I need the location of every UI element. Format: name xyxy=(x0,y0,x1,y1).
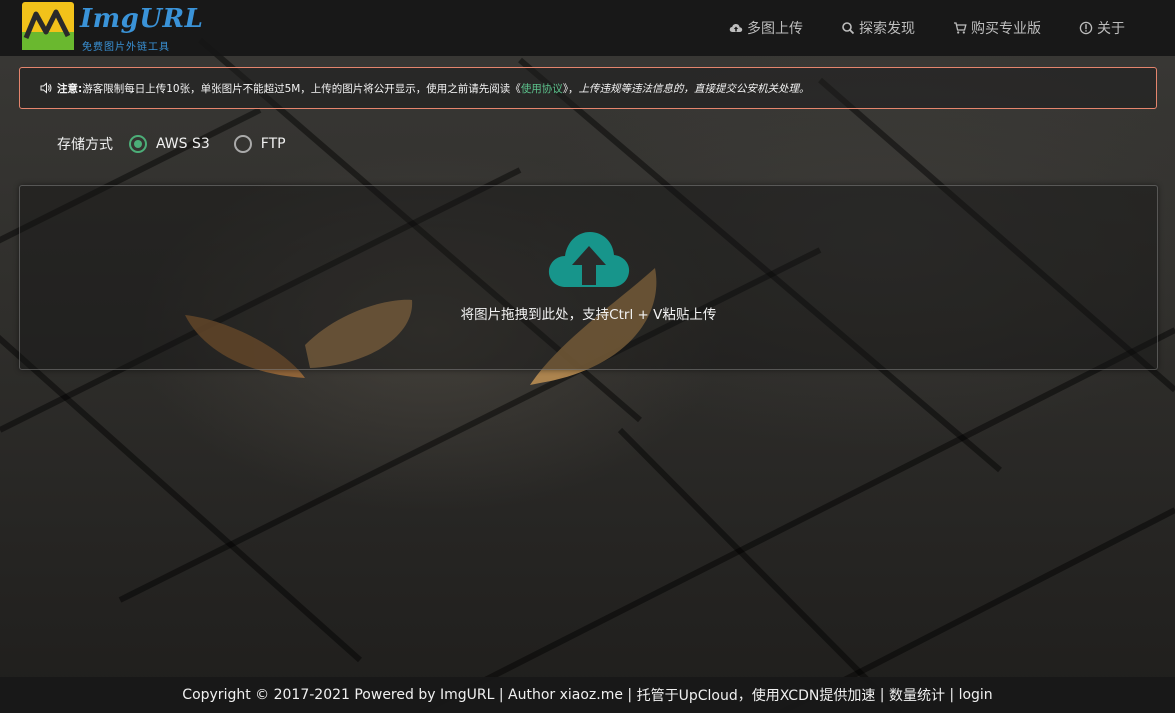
notice-text: 游客限制每日上传10张，单张图片不能超过5M，上传的图片将公开显示，使用之前请先… xyxy=(82,82,521,95)
footer-separator: | xyxy=(622,687,637,703)
notice-bar: 注意: 游客限制每日上传10张，单张图片不能超过5M，上传的图片将公开显示，使用… xyxy=(19,67,1157,109)
footer-separator: | xyxy=(494,687,509,703)
notice-after-link: 》， xyxy=(562,82,579,95)
nav-about[interactable]: 关于 xyxy=(1079,18,1125,38)
info-icon xyxy=(1079,21,1093,35)
logo[interactable]: ImgURL 免费图片外链工具 xyxy=(22,2,203,53)
upload-dropzone[interactable]: 将图片拖拽到此处，支持Ctrl + V粘贴上传 xyxy=(19,185,1158,370)
usage-agreement-link[interactable]: 使用协议 xyxy=(521,81,563,96)
radio-button-checked[interactable] xyxy=(129,135,147,153)
footer-separator: | xyxy=(875,687,889,703)
footer-stats-link[interactable]: 数量统计 xyxy=(889,685,945,705)
footer-copyright: Copyright © 2017-2021 Powered by ImgURL xyxy=(182,687,495,703)
nav-multi-upload[interactable]: 多图上传 xyxy=(729,18,803,38)
speaker-icon xyxy=(40,82,52,94)
nav-buy-pro[interactable]: 购买专业版 xyxy=(953,18,1041,38)
imgurl-logo-icon xyxy=(22,2,74,50)
radio-button[interactable] xyxy=(233,135,252,153)
footer-hosting-link[interactable]: 托管于UpCloud，使用XCDN提供加速 xyxy=(637,685,876,705)
nav-menu: 多图上传 探索发现 购买专业版 关于 xyxy=(691,0,1125,56)
nav-explore[interactable]: 探索发现 xyxy=(841,18,915,38)
storage-option-aws-s3[interactable]: AWS S3 xyxy=(129,135,210,153)
search-icon xyxy=(842,22,855,35)
storage-selector: 存储方式 AWS S3 FTP xyxy=(57,132,310,156)
footer: Copyright © 2017-2021 Powered by ImgURL … xyxy=(0,677,1175,713)
footer-separator: | xyxy=(944,687,959,703)
nav-label: 多图上传 xyxy=(747,21,803,37)
dropzone-text: 将图片拖拽到此处，支持Ctrl + V粘贴上传 xyxy=(460,307,717,323)
notice-warning: 上传违规等违法信息的，直接提交公安机关处理。 xyxy=(578,82,810,95)
brand-tagline: 免费图片外链工具 xyxy=(82,42,170,53)
cloud-upload-icon xyxy=(729,24,743,32)
footer-login-link[interactable]: login xyxy=(959,687,993,703)
nav-label: 购买专业版 xyxy=(971,21,1041,37)
nav-label: 关于 xyxy=(1097,21,1125,37)
notice-prefix: 注意: xyxy=(57,82,83,95)
storage-option-ftp[interactable]: FTP xyxy=(233,135,286,153)
cart-icon xyxy=(954,22,967,34)
nav-label: 探索发现 xyxy=(859,21,915,37)
top-navbar: ImgURL 免费图片外链工具 多图上传 探索发现 购买专业版 关于 xyxy=(0,0,1175,56)
radio-label: FTP xyxy=(260,136,286,152)
footer-author-link[interactable]: Author xiaoz.me xyxy=(508,687,623,703)
radio-label: AWS S3 xyxy=(156,136,210,152)
storage-label: 存储方式 xyxy=(57,137,113,153)
brand-name: ImgURL xyxy=(80,4,204,34)
cloud-upload-icon xyxy=(548,232,630,287)
